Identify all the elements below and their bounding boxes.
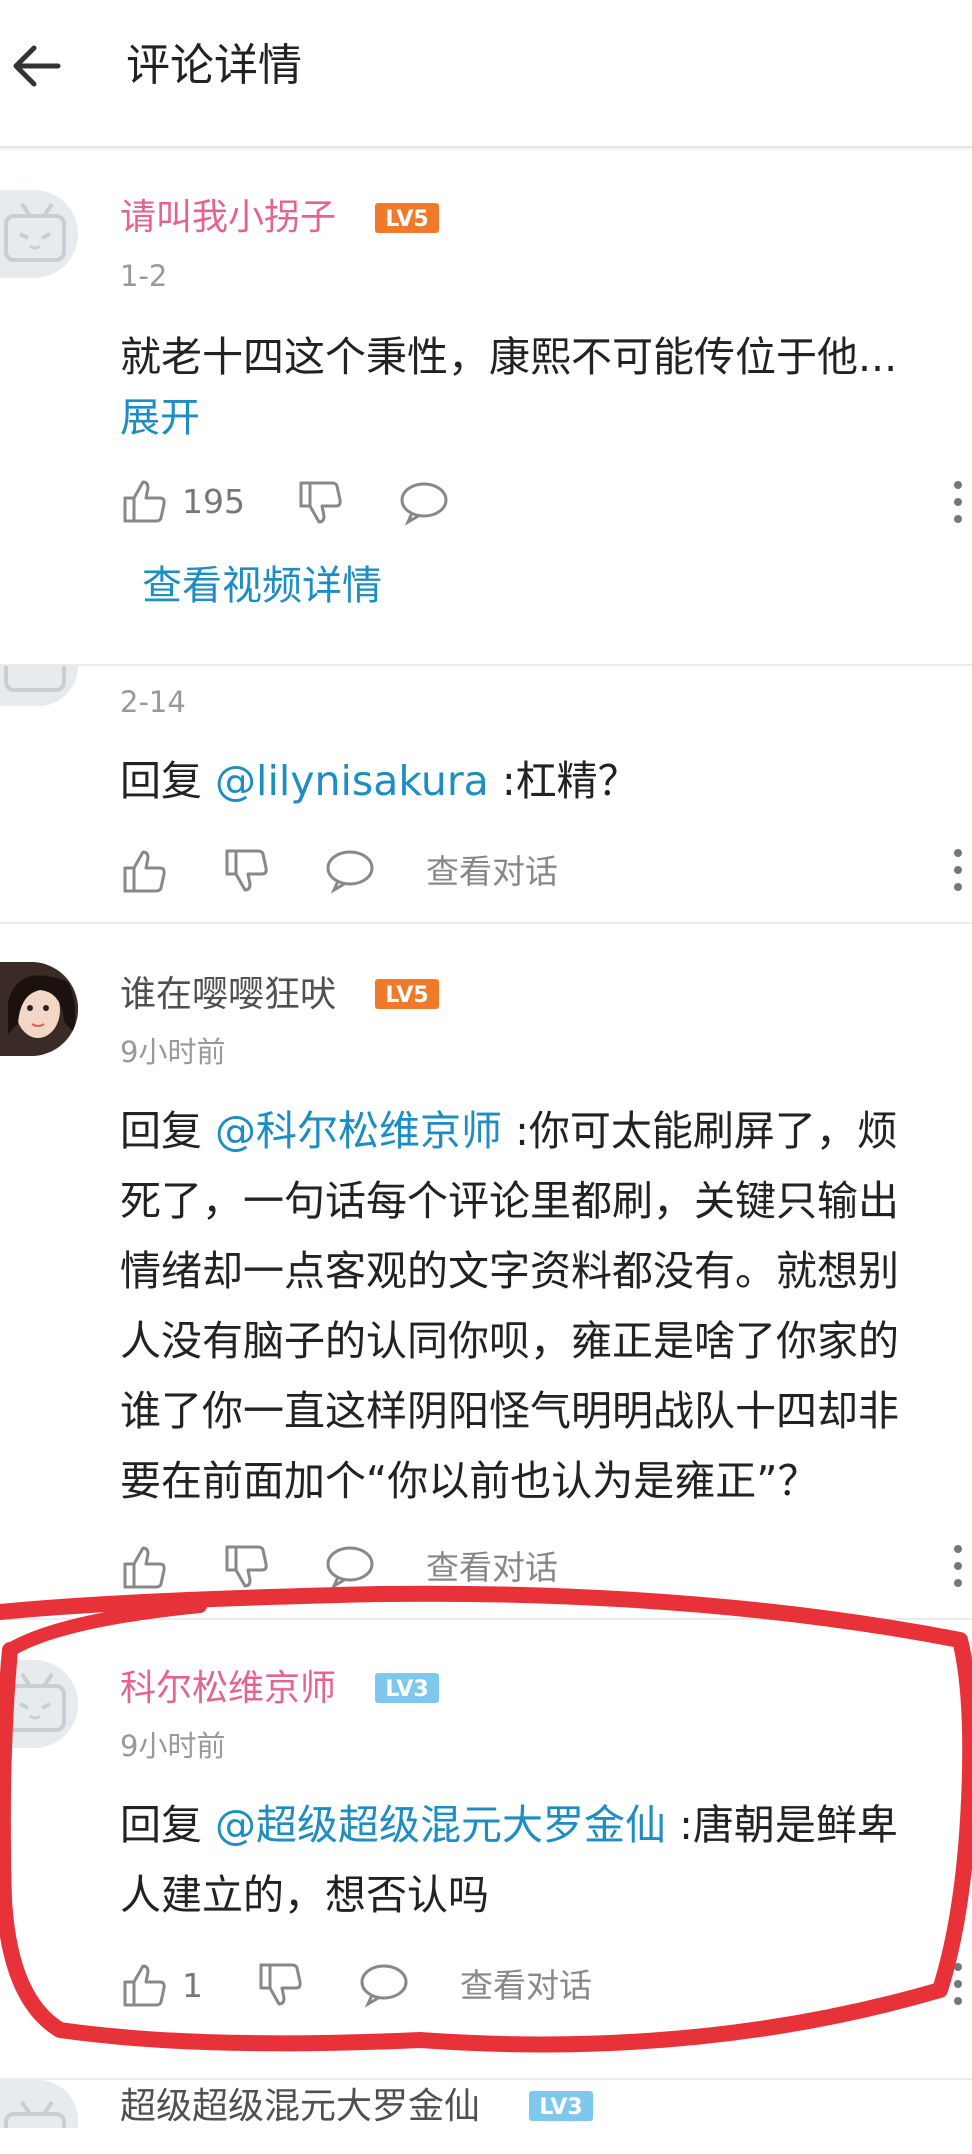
expand-link[interactable]: 展开 xyxy=(120,392,200,444)
like-count: 195 xyxy=(182,482,245,521)
level-badge-lv5: LV5 xyxy=(374,978,440,1014)
reply-line: 情绪却一点客观的文字资料都没有。就想别 xyxy=(120,1247,899,1295)
like-icon[interactable] xyxy=(120,1960,170,2014)
top-app-bar: 评论详情 xyxy=(0,0,972,148)
svg-text:LV3: LV3 xyxy=(539,2095,582,2120)
reply-line: 死了，一句话每个评论里都刷，关键只输出 xyxy=(120,1177,899,1225)
username[interactable]: 请叫我小拐子 xyxy=(120,195,336,241)
svg-text:LV5: LV5 xyxy=(385,983,428,1008)
divider xyxy=(0,922,972,924)
more-options-icon[interactable] xyxy=(952,1544,964,1592)
svg-text:LV5: LV5 xyxy=(385,207,428,232)
reply-bubble-icon[interactable] xyxy=(324,848,376,898)
back-arrow-icon[interactable] xyxy=(6,34,70,98)
reply-bubble-icon[interactable] xyxy=(358,1962,410,2012)
like-icon[interactable] xyxy=(120,846,170,900)
svg-text:LV3: LV3 xyxy=(385,1677,428,1702)
reply-bubble-icon[interactable] xyxy=(398,480,450,530)
more-options-icon[interactable] xyxy=(952,1962,964,2010)
comment-date: 2-14 xyxy=(120,685,186,719)
comment-date: 9小时前 xyxy=(120,1729,226,1763)
divider xyxy=(0,664,972,666)
like-icon[interactable] xyxy=(120,476,170,530)
comment-date: 1-2 xyxy=(120,259,168,293)
reply-body: :你可太能刷屏了，烦 xyxy=(502,1107,898,1155)
dislike-icon[interactable] xyxy=(222,846,272,900)
level-badge-lv5: LV5 xyxy=(374,202,440,238)
dislike-icon[interactable] xyxy=(296,478,346,532)
more-options-icon[interactable] xyxy=(952,848,964,896)
reply-body: :杠精？ xyxy=(488,757,639,805)
reply-body: :唐朝是鲜卑 xyxy=(666,1801,898,1849)
dislike-icon[interactable] xyxy=(256,1960,306,2014)
level-badge-lv3: LV3 xyxy=(528,2090,594,2126)
view-dialog-link[interactable]: 查看对话 xyxy=(460,1964,592,2008)
reply-line: 人没有脑子的认同你呗，雍正是啥了你家的 xyxy=(120,1317,899,1365)
page-title: 评论详情 xyxy=(126,40,302,91)
mention-link[interactable]: @科尔松维京师 xyxy=(215,1107,502,1155)
level-badge-lv3: LV3 xyxy=(374,1672,440,1708)
comment-text: 回复 @超级超级混元大罗金仙 :唐朝是鲜卑 人建立的，想否认吗 xyxy=(120,1790,972,1930)
username[interactable]: 超级超级混元大罗金仙 xyxy=(120,2084,480,2130)
view-dialog-link[interactable]: 查看对话 xyxy=(426,1546,558,1590)
view-video-details-link[interactable]: 查看视频详情 xyxy=(142,560,382,612)
comment-date: 9小时前 xyxy=(120,1035,226,1069)
dislike-icon[interactable] xyxy=(222,1542,272,1596)
avatar[interactable] xyxy=(0,962,78,1056)
reply-prefix: 回复 xyxy=(120,757,216,805)
reply-prefix: 回复 xyxy=(120,1801,216,1849)
divider xyxy=(0,2078,972,2080)
like-icon[interactable] xyxy=(120,1542,170,1596)
like-count: 1 xyxy=(182,1966,203,2005)
divider xyxy=(0,1618,972,1620)
mention-link[interactable]: @lilynisakura xyxy=(215,757,489,805)
username[interactable]: 科尔松维京师 xyxy=(120,1666,336,1712)
reply-line: 谁了你一直这样阴阳怪气明明战队十四却非 xyxy=(120,1387,899,1435)
reply-line: 人建立的，想否认吗 xyxy=(120,1871,489,1919)
comment-text: 回复 @lilynisakura :杠精？ xyxy=(120,746,972,816)
comment-text: 就老十四这个秉性，康熙不可能传位于他... xyxy=(120,333,898,381)
cut-off-overlay xyxy=(0,2128,972,2150)
comment-text: 回复 @科尔松维京师 :你可太能刷屏了，烦 死了，一句话每个评论里都刷，关键只输… xyxy=(120,1096,972,1516)
reply-prefix: 回复 xyxy=(120,1107,216,1155)
avatar[interactable] xyxy=(0,190,78,278)
avatar[interactable] xyxy=(0,1660,78,1748)
avatar[interactable] xyxy=(0,666,78,706)
mention-link[interactable]: @超级超级混元大罗金仙 xyxy=(215,1801,666,1849)
view-dialog-link[interactable]: 查看对话 xyxy=(426,850,558,894)
username[interactable]: 谁在嘤嘤狂吠 xyxy=(120,972,336,1018)
reply-line: 要在前面加个“你以前也认为是雍正”？ xyxy=(120,1457,819,1505)
reply-bubble-icon[interactable] xyxy=(324,1544,376,1594)
more-options-icon[interactable] xyxy=(952,480,964,528)
